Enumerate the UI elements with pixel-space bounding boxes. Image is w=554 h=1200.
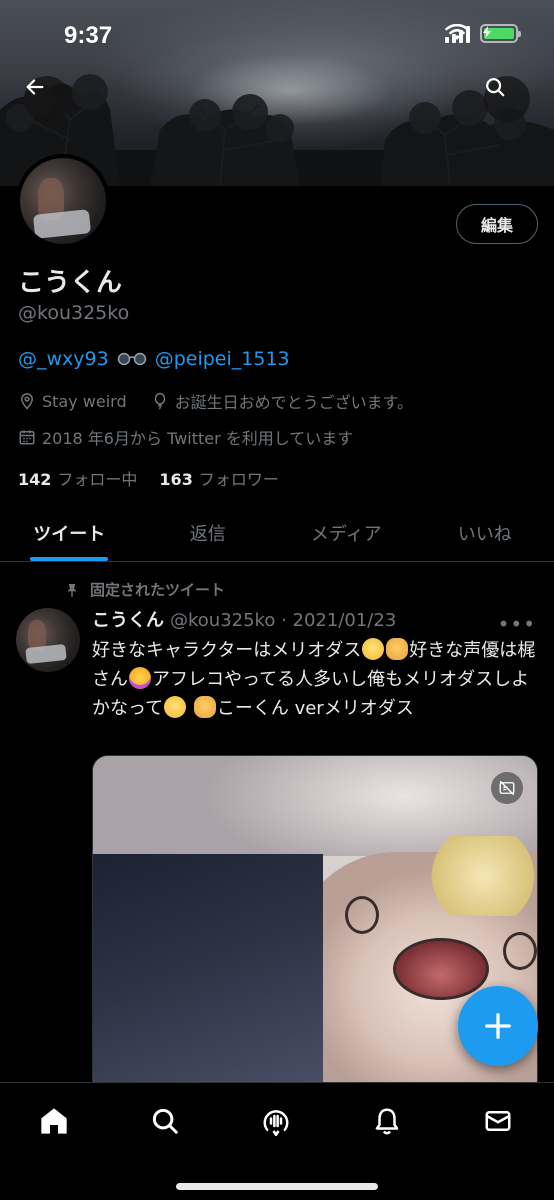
nav-explore[interactable] — [145, 1101, 185, 1141]
pleading-face-emoji-icon — [164, 696, 187, 718]
pin-icon — [67, 583, 77, 597]
edit-profile-button[interactable]: 編集 — [456, 204, 538, 244]
tab-tweets[interactable]: ツイート — [0, 504, 139, 561]
search-icon — [152, 1108, 178, 1134]
tweet-text-part: 好きなキャラクターはメリオダス — [92, 640, 362, 661]
home-indicator[interactable] — [176, 1183, 378, 1190]
nav-spaces[interactable] — [256, 1101, 296, 1141]
tab-replies[interactable]: 返信 — [139, 504, 278, 561]
bio-mention-link[interactable]: @_wxy93 — [18, 348, 109, 370]
profile-birthday: お誕生日おめでとうございます。 — [174, 393, 414, 412]
calendar-icon — [19, 430, 35, 445]
tweet-text: 好きなキャラクターはメリオダス 好きな声優は梶さん アフレコやってる人多いし俺もメリ… — [92, 636, 538, 723]
profile-meta-row: Stay weird お誕生日おめでとうございます。 — [18, 389, 413, 413]
profile-avatar[interactable] — [16, 154, 110, 248]
nav-home[interactable] — [34, 1101, 74, 1141]
tweet-author-avatar[interactable] — [16, 608, 80, 672]
mail-icon — [485, 1111, 511, 1131]
battery-charging-icon — [480, 24, 521, 43]
profile-location: Stay weird — [42, 391, 127, 411]
profile-bio: @_wxy93 @peipei_1513 — [18, 348, 290, 370]
clapping-hands-emoji-icon — [193, 696, 216, 718]
sensitive-media-icon[interactable] — [491, 772, 523, 804]
bell-icon — [375, 1108, 399, 1135]
glasses-emoji-icon — [117, 352, 146, 366]
follow-stats: 142 フォロー中 163 フォロワー — [18, 466, 279, 490]
profile-tabs: ツイート 返信 メディア いいね — [0, 504, 554, 562]
following-label[interactable]: フォロー中 — [57, 466, 137, 490]
profile-page: 9:37 編集 こうくん @kou325ko @_wxy93 @peipei_1… — [0, 0, 554, 1200]
profile-name: こうくん — [18, 268, 123, 298]
pinned-label-text: 固定されたツイート — [90, 581, 226, 599]
status-bar: 9:37 — [0, 0, 554, 72]
tweet-header: こうくん @kou325ko · 2021/01/23 — [92, 606, 538, 632]
pinned-tweet-label: 固定されたツイート — [64, 579, 225, 600]
profile-joined-row: 2018 年6月から Twitter を利用しています — [18, 425, 353, 449]
arrow-left-icon — [26, 79, 44, 95]
search-icon — [486, 78, 505, 97]
nav-messages[interactable] — [478, 1101, 518, 1141]
profile-handle: @kou325ko — [18, 302, 130, 324]
compose-tweet-button[interactable] — [458, 986, 538, 1066]
tweet-author-handle-date: @kou325ko · 2021/01/23 — [170, 610, 397, 631]
status-icons — [445, 24, 521, 43]
clapping-hands-emoji-icon — [386, 638, 409, 660]
wifi-icon — [445, 24, 469, 40]
spaces-icon — [263, 1110, 289, 1136]
tab-media[interactable]: メディア — [277, 504, 416, 561]
back-button[interactable] — [24, 76, 70, 122]
home-icon — [41, 1108, 67, 1134]
bio-mention-link[interactable]: @peipei_1513 — [155, 348, 290, 370]
plus-icon — [485, 1013, 511, 1039]
search-button[interactable] — [484, 76, 530, 122]
bottom-navigation — [0, 1082, 554, 1200]
tweet-text-part: こーくん verメリオダス — [216, 698, 414, 719]
status-time: 9:37 — [64, 22, 113, 49]
followers-label[interactable]: フォロワー — [199, 466, 279, 490]
following-count[interactable]: 142 — [18, 470, 51, 489]
nav-notifications[interactable] — [367, 1101, 407, 1141]
tweet-author-name[interactable]: こうくん — [92, 606, 164, 632]
pleading-face-emoji-icon — [362, 638, 385, 660]
tab-likes[interactable]: いいね — [416, 504, 554, 561]
partying-face-emoji-icon — [129, 667, 151, 689]
followers-count[interactable]: 163 — [159, 470, 192, 489]
balloon-icon — [154, 392, 165, 410]
more-horizontal-icon[interactable]: ••• — [498, 612, 536, 636]
location-pin-icon — [20, 393, 34, 410]
profile-joined-date: 2018 年6月から Twitter を利用しています — [42, 429, 354, 448]
